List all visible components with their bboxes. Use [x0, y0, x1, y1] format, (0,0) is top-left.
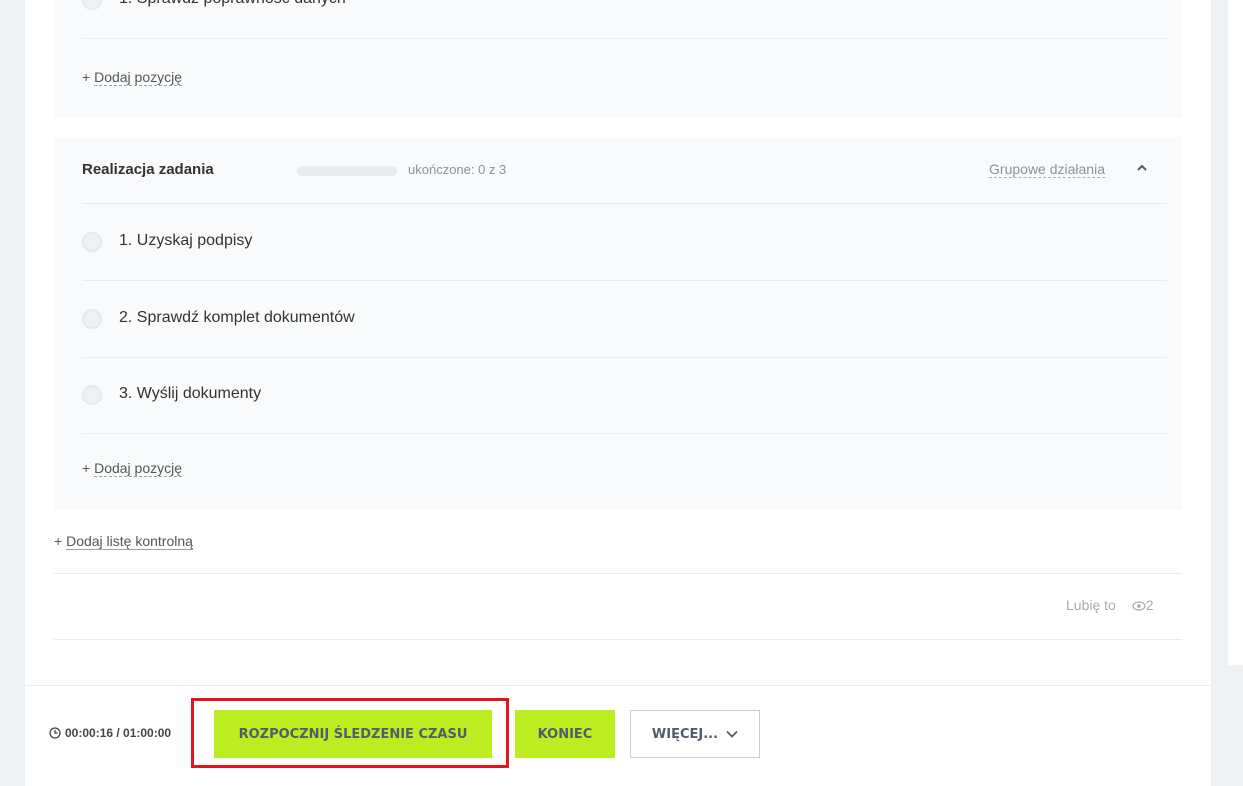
likes-area: Lubię to 2	[1066, 597, 1154, 613]
like-button[interactable]: Lubię to	[1066, 597, 1116, 613]
chevron-up-icon[interactable]	[1135, 161, 1149, 175]
more-label: WIĘCEJ...	[651, 726, 719, 742]
views-counter: 2	[1132, 597, 1154, 613]
add-item-label: Dodaj pozycję	[94, 69, 183, 86]
timer-text: 00:00:16 / 01:00:00	[65, 726, 172, 740]
divider	[54, 639, 1182, 640]
group-actions-link[interactable]: Grupowe działania	[989, 161, 1105, 178]
checklist-previous: 1. Sprawdź poprawność danych + Dodaj poz…	[54, 0, 1182, 118]
item-checkbox[interactable]	[82, 0, 102, 10]
task-footer: 00:00:16 / 01:00:00 ROZPOCZNIJ ŚLEDZENIE…	[25, 685, 1211, 786]
item-label: 1. Uzyskaj podpisy	[119, 232, 253, 249]
checklist-item: 3. Wyślij dokumenty	[82, 357, 1167, 434]
checklist-header: Realizacja zadania ukończone: 0 z 3 Grup…	[82, 137, 1167, 204]
item-checkbox[interactable]	[82, 309, 102, 329]
add-item-label: Dodaj pozycję	[94, 460, 183, 477]
add-checklist-label: Dodaj listę kontrolną	[66, 533, 193, 550]
right-panel-edge	[1228, 0, 1243, 665]
checklist-item: 2. Sprawdź komplet dokumentów	[82, 281, 1167, 358]
plus-icon: +	[54, 533, 63, 549]
more-button[interactable]: WIĘCEJ...	[630, 710, 760, 758]
item-label: 3. Wyślij dokumenty	[119, 385, 262, 402]
checklist-progress-bar	[297, 166, 397, 176]
timer: 00:00:16 / 01:00:00	[49, 726, 171, 740]
plus-icon: +	[82, 69, 91, 85]
clock-icon	[49, 727, 61, 739]
item-label: 2. Sprawdź komplet dokumentów	[119, 309, 355, 326]
chevron-down-icon	[726, 730, 738, 738]
checklist-realizacja: Realizacja zadania ukończone: 0 z 3 Grup…	[54, 137, 1182, 510]
start-time-tracking-button[interactable]: ROZPOCZNIJ ŚLEDZENIE CZASU	[214, 710, 492, 758]
checklist-count: ukończone: 0 z 3	[408, 162, 507, 177]
add-item-link[interactable]: + Dodaj pozycję	[82, 460, 183, 477]
checklist-item: 1. Uzyskaj podpisy	[82, 204, 1167, 281]
plus-icon: +	[82, 460, 91, 476]
add-checklist-link[interactable]: + Dodaj listę kontrolną	[54, 533, 193, 550]
add-item-link[interactable]: + Dodaj pozycję	[82, 69, 183, 86]
divider	[54, 573, 1182, 574]
checklist-item: 1. Sprawdź poprawność danych	[82, 0, 1167, 39]
checklist-title: Realizacja zadania	[82, 161, 214, 178]
item-label: 1. Sprawdź poprawność danych	[119, 0, 346, 8]
end-button[interactable]: KONIEC	[515, 710, 615, 758]
item-checkbox[interactable]	[82, 232, 102, 252]
item-checkbox[interactable]	[82, 385, 102, 405]
views-count: 2	[1145, 597, 1154, 613]
eye-icon	[1132, 601, 1146, 611]
